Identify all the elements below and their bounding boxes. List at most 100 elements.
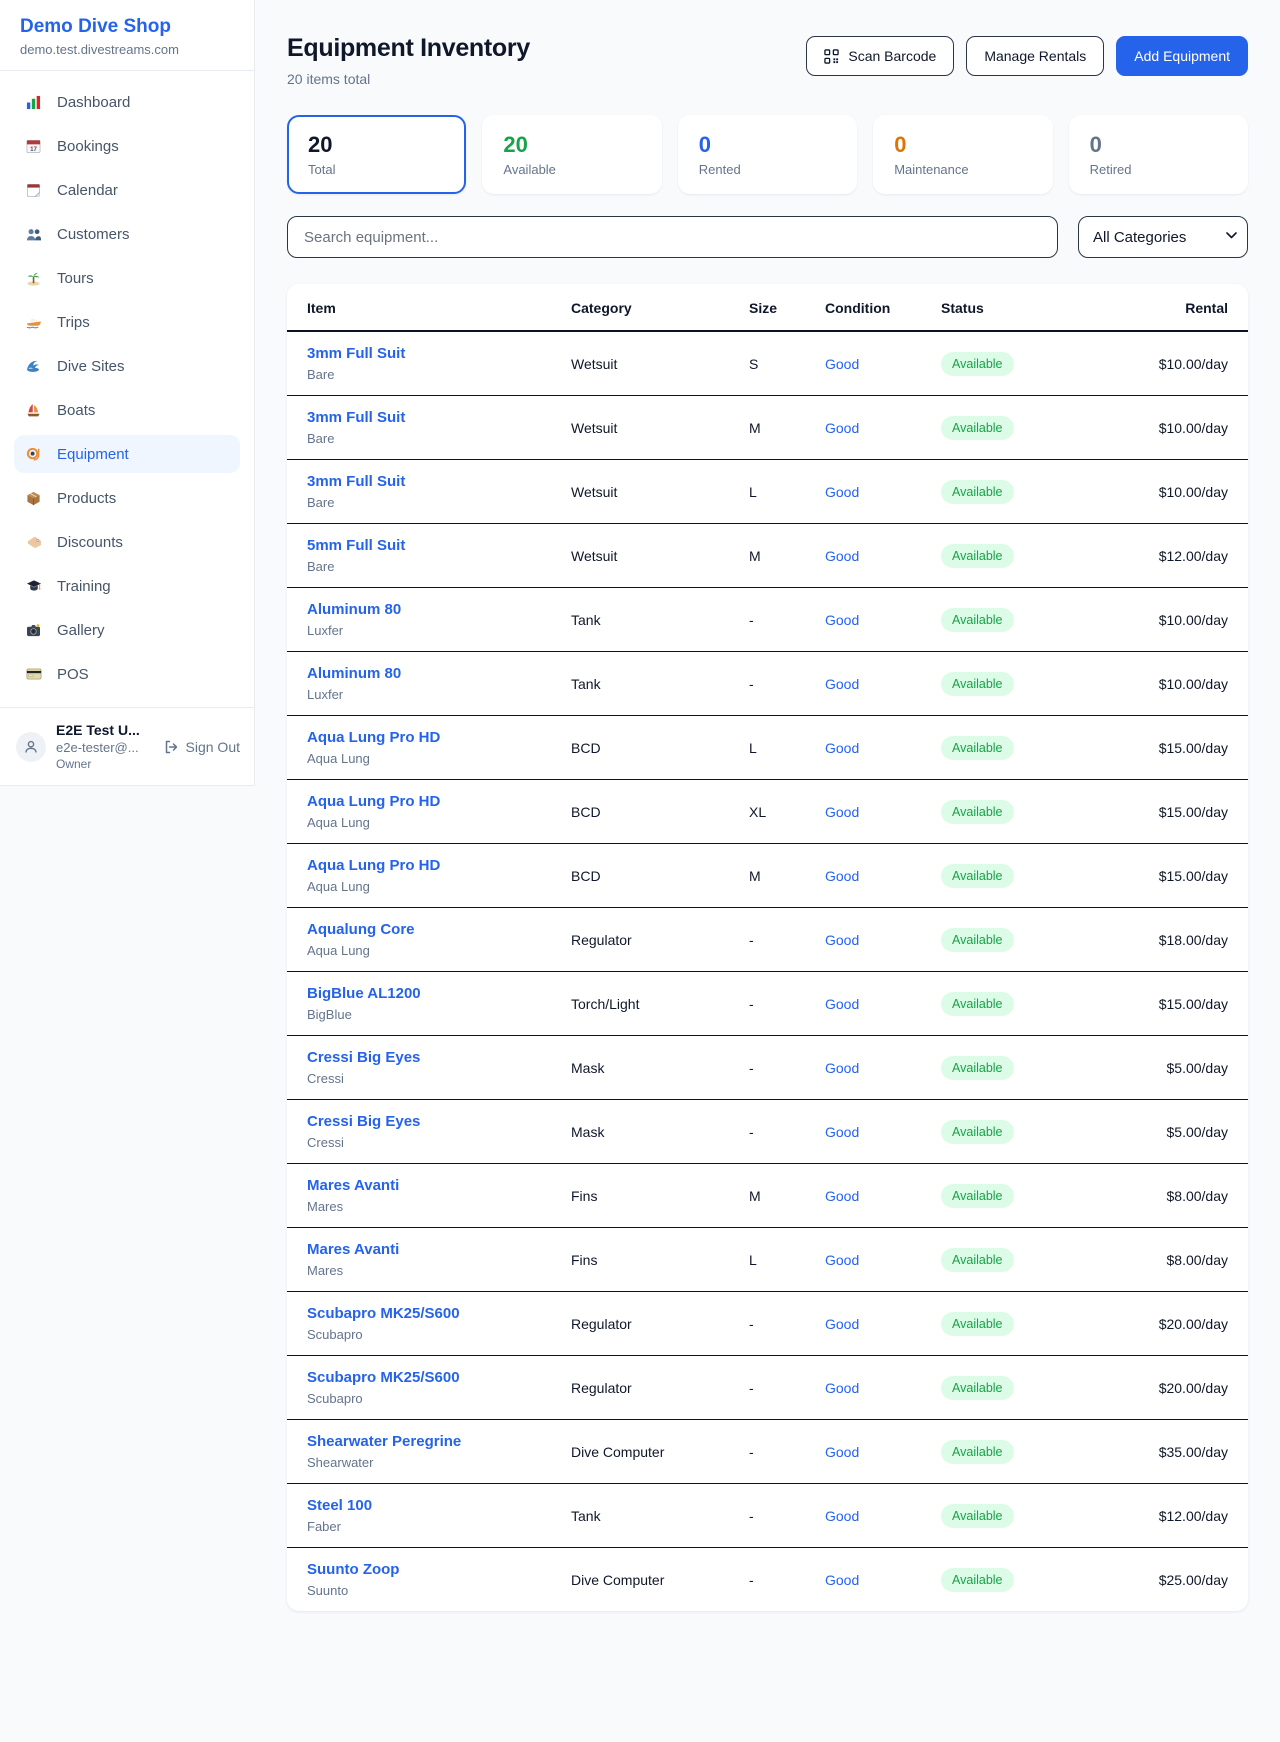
table-row[interactable]: Scubapro MK25/S600 Scubapro Regulator - … bbox=[287, 1356, 1248, 1420]
condition-link[interactable]: Good bbox=[825, 612, 859, 628]
condition-link[interactable]: Good bbox=[825, 1572, 859, 1588]
table-row[interactable]: 3mm Full Suit Bare Wetsuit M Good Availa… bbox=[287, 396, 1248, 460]
condition-link[interactable]: Good bbox=[825, 1124, 859, 1140]
item-size: - bbox=[741, 1036, 817, 1100]
sidebar-item-boats[interactable]: Boats bbox=[14, 391, 240, 429]
item-name-link[interactable]: Suunto Zoop bbox=[307, 1561, 555, 1578]
status-badge: Available bbox=[941, 1504, 1014, 1528]
table-row[interactable]: Aqua Lung Pro HD Aqua Lung BCD M Good Av… bbox=[287, 844, 1248, 908]
condition-link[interactable]: Good bbox=[825, 1252, 859, 1268]
status-badge: Available bbox=[941, 1312, 1014, 1336]
stat-card-available[interactable]: 20 Available bbox=[482, 115, 661, 194]
condition-link[interactable]: Good bbox=[825, 356, 859, 372]
sidebar-item-products[interactable]: Products bbox=[14, 479, 240, 517]
sidebar-item-dive-sites[interactable]: Dive Sites bbox=[14, 347, 240, 385]
item-name-link[interactable]: Mares Avanti bbox=[307, 1177, 555, 1194]
item-name-link[interactable]: Aqua Lung Pro HD bbox=[307, 729, 555, 746]
search-input[interactable] bbox=[287, 216, 1058, 258]
condition-link[interactable]: Good bbox=[825, 932, 859, 948]
table-row[interactable]: Steel 100 Faber Tank - Good Available $1… bbox=[287, 1484, 1248, 1548]
table-row[interactable]: Scubapro MK25/S600 Scubapro Regulator - … bbox=[287, 1292, 1248, 1356]
condition-link[interactable]: Good bbox=[825, 996, 859, 1012]
sidebar-item-pos[interactable]: POS bbox=[14, 655, 240, 693]
item-name-link[interactable]: Shearwater Peregrine bbox=[307, 1433, 555, 1450]
table-row[interactable]: BigBlue AL1200 BigBlue Torch/Light - Goo… bbox=[287, 972, 1248, 1036]
item-name-link[interactable]: Aluminum 80 bbox=[307, 665, 555, 682]
table-row[interactable]: Cressi Big Eyes Cressi Mask - Good Avail… bbox=[287, 1036, 1248, 1100]
table-row[interactable]: Suunto Zoop Suunto Dive Computer - Good … bbox=[287, 1548, 1248, 1612]
condition-link[interactable]: Good bbox=[825, 1060, 859, 1076]
sidebar-item-discounts[interactable]: Discounts bbox=[14, 523, 240, 561]
item-name-link[interactable]: Scubapro MK25/S600 bbox=[307, 1305, 555, 1322]
status-badge: Available bbox=[941, 1568, 1014, 1592]
item-name-link[interactable]: Aluminum 80 bbox=[307, 601, 555, 618]
dashboard-icon bbox=[26, 94, 44, 110]
sidebar-item-training[interactable]: Training bbox=[14, 567, 240, 605]
manage-rentals-button[interactable]: Manage Rentals bbox=[966, 36, 1104, 76]
item-name-link[interactable]: Aqua Lung Pro HD bbox=[307, 857, 555, 874]
sidebar-item-tours[interactable]: Tours bbox=[14, 259, 240, 297]
item-size: - bbox=[741, 1484, 817, 1548]
item-rental: $8.00/day bbox=[1085, 1228, 1248, 1292]
condition-link[interactable]: Good bbox=[825, 1316, 859, 1332]
condition-link[interactable]: Good bbox=[825, 1508, 859, 1524]
condition-link[interactable]: Good bbox=[825, 740, 859, 756]
brand-name[interactable]: Demo Dive Shop bbox=[20, 16, 234, 38]
sidebar-item-gallery[interactable]: Gallery bbox=[14, 611, 240, 649]
sidebar-item-equipment[interactable]: Equipment bbox=[14, 435, 240, 473]
table-row[interactable]: Aqua Lung Pro HD Aqua Lung BCD XL Good A… bbox=[287, 780, 1248, 844]
condition-link[interactable]: Good bbox=[825, 868, 859, 884]
table-row[interactable]: Mares Avanti Mares Fins L Good Available… bbox=[287, 1228, 1248, 1292]
column-header-item: Item bbox=[287, 284, 563, 331]
condition-link[interactable]: Good bbox=[825, 420, 859, 436]
sidebar-item-trips[interactable]: Trips bbox=[14, 303, 240, 341]
table-row[interactable]: 3mm Full Suit Bare Wetsuit S Good Availa… bbox=[287, 331, 1248, 396]
item-name-link[interactable]: Cressi Big Eyes bbox=[307, 1113, 555, 1130]
item-name-link[interactable]: BigBlue AL1200 bbox=[307, 985, 555, 1002]
stat-card-total[interactable]: 20 Total bbox=[287, 115, 466, 194]
condition-link[interactable]: Good bbox=[825, 1444, 859, 1460]
condition-link[interactable]: Good bbox=[825, 484, 859, 500]
scan-barcode-button[interactable]: Scan Barcode bbox=[806, 36, 954, 76]
condition-link[interactable]: Good bbox=[825, 676, 859, 692]
condition-link[interactable]: Good bbox=[825, 548, 859, 564]
item-name-link[interactable]: Steel 100 bbox=[307, 1497, 555, 1514]
table-row[interactable]: 3mm Full Suit Bare Wetsuit L Good Availa… bbox=[287, 460, 1248, 524]
table-row[interactable]: Aluminum 80 Luxfer Tank - Good Available… bbox=[287, 588, 1248, 652]
item-name-link[interactable]: Scubapro MK25/S600 bbox=[307, 1369, 555, 1386]
item-name-link[interactable]: Mares Avanti bbox=[307, 1241, 555, 1258]
item-name-link[interactable]: Cressi Big Eyes bbox=[307, 1049, 555, 1066]
add-equipment-label: Add Equipment bbox=[1134, 48, 1230, 64]
table-row[interactable]: Cressi Big Eyes Cressi Mask - Good Avail… bbox=[287, 1100, 1248, 1164]
condition-link[interactable]: Good bbox=[825, 1380, 859, 1396]
table-row[interactable]: Shearwater Peregrine Shearwater Dive Com… bbox=[287, 1420, 1248, 1484]
add-equipment-button[interactable]: Add Equipment bbox=[1116, 36, 1248, 76]
item-name-link[interactable]: 3mm Full Suit bbox=[307, 473, 555, 490]
sign-out-button[interactable]: Sign Out bbox=[163, 739, 240, 755]
item-name-link[interactable]: Aqualung Core bbox=[307, 921, 555, 938]
condition-link[interactable]: Good bbox=[825, 804, 859, 820]
sidebar-item-calendar[interactable]: Calendar bbox=[14, 171, 240, 209]
sidebar-item-dashboard[interactable]: Dashboard bbox=[14, 83, 240, 121]
condition-link[interactable]: Good bbox=[825, 1188, 859, 1204]
item-category: BCD bbox=[563, 780, 741, 844]
table-row[interactable]: Aqua Lung Pro HD Aqua Lung BCD L Good Av… bbox=[287, 716, 1248, 780]
item-brand: Scubapro bbox=[307, 1327, 555, 1342]
item-name-link[interactable]: 3mm Full Suit bbox=[307, 345, 555, 362]
item-name-link[interactable]: Aqua Lung Pro HD bbox=[307, 793, 555, 810]
table-row[interactable]: Mares Avanti Mares Fins M Good Available… bbox=[287, 1164, 1248, 1228]
table-row[interactable]: Aqualung Core Aqua Lung Regulator - Good… bbox=[287, 908, 1248, 972]
stat-card-rented[interactable]: 0 Rented bbox=[678, 115, 857, 194]
sidebar-item-customers[interactable]: Customers bbox=[14, 215, 240, 253]
stat-card-maintenance[interactable]: 0 Maintenance bbox=[873, 115, 1052, 194]
stat-card-retired[interactable]: 0 Retired bbox=[1069, 115, 1248, 194]
sidebar-item-bookings[interactable]: 17 Bookings bbox=[14, 127, 240, 165]
table-row[interactable]: 5mm Full Suit Bare Wetsuit M Good Availa… bbox=[287, 524, 1248, 588]
category-select[interactable]: All Categories bbox=[1078, 216, 1248, 258]
item-size: - bbox=[741, 1420, 817, 1484]
item-name-link[interactable]: 3mm Full Suit bbox=[307, 409, 555, 426]
item-name-link[interactable]: 5mm Full Suit bbox=[307, 537, 555, 554]
stats-row: 20 Total 20 Available 0 Rented 0 Mainten… bbox=[287, 115, 1248, 194]
barcode-icon bbox=[824, 49, 839, 64]
table-row[interactable]: Aluminum 80 Luxfer Tank - Good Available… bbox=[287, 652, 1248, 716]
